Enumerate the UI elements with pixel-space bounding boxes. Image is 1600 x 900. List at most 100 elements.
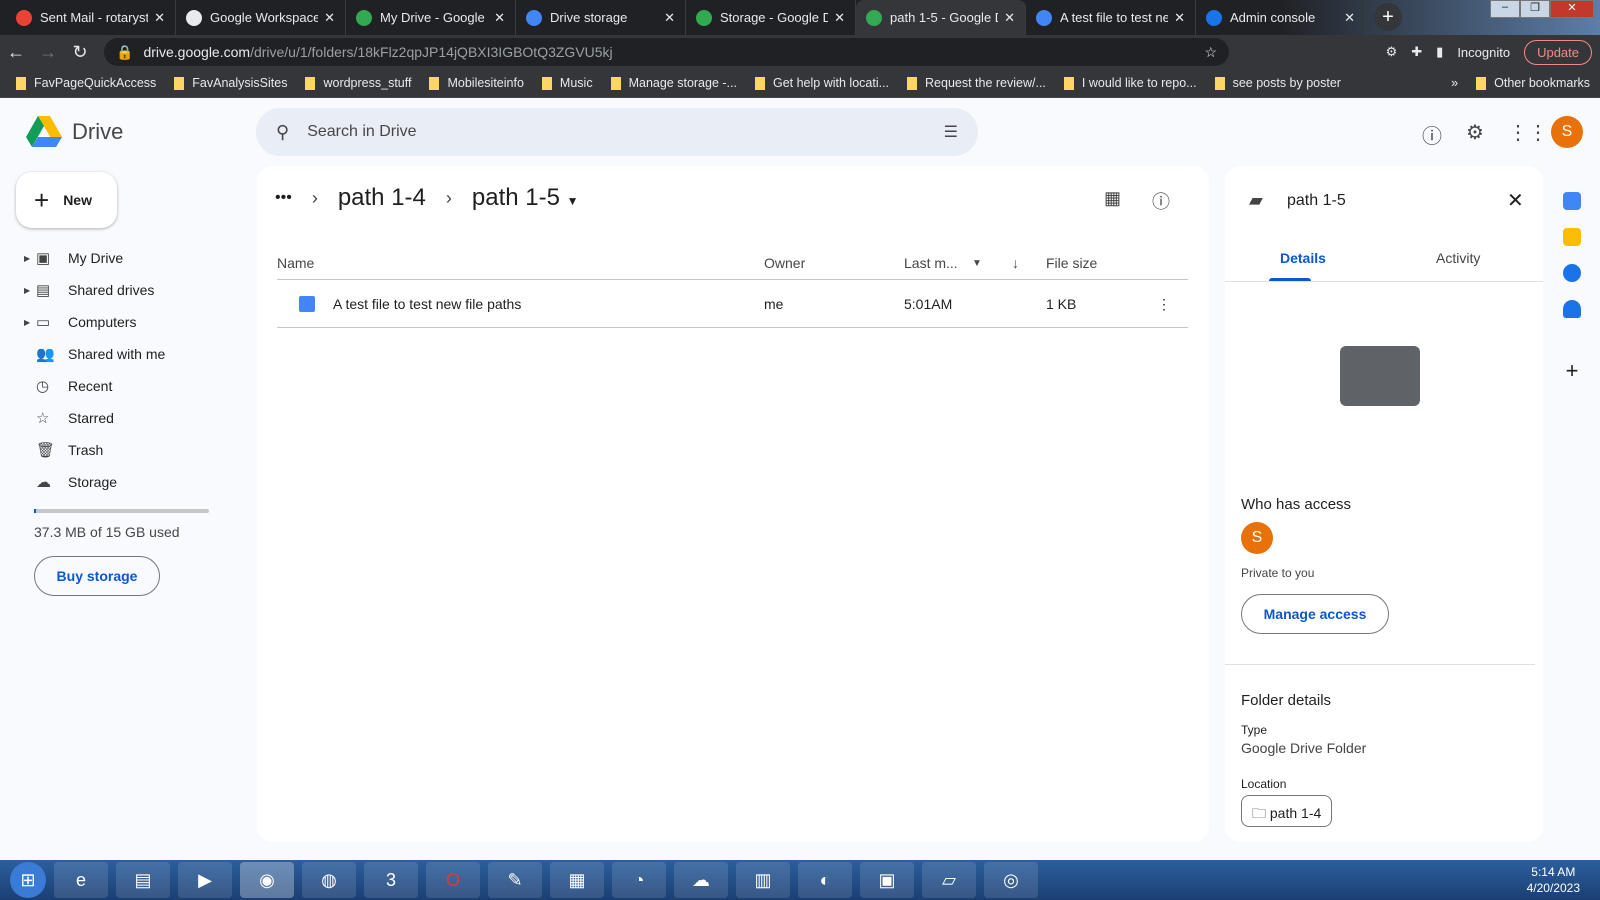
sort-direction-icon[interactable]: ↓ [1012,255,1019,271]
app-icon[interactable]: ◔ [612,862,666,898]
account-avatar[interactable]: S [1551,116,1583,148]
explorer-icon[interactable]: ▤ [116,862,170,898]
bookmark-item[interactable]: Manage storage -... [610,76,737,91]
buy-storage-button[interactable]: Buy storage [34,556,160,596]
bookmark-star-icon[interactable]: ☆ [1204,44,1217,61]
more-bookmarks-icon[interactable]: » [1451,76,1458,90]
tab-details[interactable]: Details [1280,250,1326,266]
sidebar-item[interactable]: 🗑 Trash [24,434,234,466]
close-tab-icon[interactable]: ✕ [834,10,845,26]
search-input[interactable]: ⚲ Search in Drive ☰ [256,108,978,156]
office-icon[interactable]: ▥ [736,862,790,898]
grid-view-icon[interactable]: ▦ [1104,188,1121,209]
new-button[interactable]: + New [16,172,117,228]
media-player-icon[interactable]: ▶ [178,862,232,898]
browser-tab[interactable]: Storage - Google Dr ✕ [686,0,856,35]
browser-tab[interactable]: Sent Mail - rotaryste ✕ [6,0,176,35]
expand-arrow-icon[interactable]: ▶ [24,286,36,295]
file-name[interactable]: A test file to test new file paths [333,296,521,312]
sidepanel-icon[interactable]: ▮ [1436,44,1443,60]
breadcrumb-current[interactable]: path 1-5 ▼ [472,184,579,212]
bookmark-item[interactable]: Get help with locati... [754,76,889,91]
puzzle-icon[interactable]: ✚ [1411,44,1422,60]
chrome-icon[interactable]: ◉ [240,862,294,898]
start-button[interactable]: ⊞ [10,862,46,898]
column-size[interactable]: File size [1046,255,1097,271]
info-icon[interactable]: ⓘ [1152,188,1170,214]
drive-logo[interactable]: Drive [26,116,123,148]
sort-dropdown-icon[interactable]: ▼ [972,258,982,269]
bookmark-item[interactable]: Mobilesiteinfo [429,76,524,91]
help-icon[interactable]: ⓘ [1422,120,1442,149]
close-tab-icon[interactable]: ✕ [1004,10,1015,26]
sidebar-item[interactable]: ☆ Starred [24,402,234,434]
tasks-icon[interactable] [1563,264,1581,282]
bookmark-item[interactable]: Request the review/... [907,76,1046,91]
column-modified[interactable]: Last m... [904,255,958,271]
forward-icon[interactable]: → [32,42,64,63]
add-app-icon[interactable]: + [1563,360,1581,382]
close-tab-icon[interactable]: ✕ [494,10,505,26]
breadcrumb-parent[interactable]: path 1-4 [338,184,426,212]
browser-tab[interactable]: My Drive - Google D ✕ [346,0,516,35]
bookmark-item[interactable]: FavPageQuickAccess [16,76,156,91]
browser-tab[interactable]: path 1-5 - Google D ✕ [856,0,1026,35]
calendar-icon[interactable] [1563,192,1581,210]
sidebar-item[interactable]: ▶ ▤ Shared drives [24,274,234,306]
update-button[interactable]: Update [1524,39,1592,65]
sidebar-item[interactable]: ▶ ▭ Computers [24,306,234,338]
other-bookmarks[interactable]: Other bookmarks [1476,76,1600,91]
system-clock[interactable]: 5:14 AM 4/20/2023 [1527,864,1600,896]
location-chip[interactable]: 🗀 path 1-4 [1241,795,1333,827]
close-tab-icon[interactable]: ✕ [154,10,165,26]
browser-tab[interactable]: Google Workspace I ✕ [176,0,346,35]
tab-activity[interactable]: Activity [1436,250,1480,266]
notepad-icon[interactable]: ▱ [922,862,976,898]
sidebar-item[interactable]: ◷ Recent [24,370,234,402]
incognito-indicator[interactable]: Incognito [1457,45,1510,60]
settings-icon[interactable]: ⚙ [1466,120,1484,145]
expand-arrow-icon[interactable]: ▶ [24,318,36,327]
close-window-button[interactable]: ✕ [1550,0,1594,18]
ie-icon[interactable]: e [54,862,108,898]
bookmark-item[interactable]: see posts by poster [1214,76,1341,91]
restore-button[interactable]: ❐ [1520,0,1550,18]
bookmark-item[interactable]: wordpress_stuff [305,76,411,91]
table-row[interactable]: A test file to test new file paths me 5:… [277,280,1188,328]
sidebar-item[interactable]: 👥 Shared with me [24,338,234,370]
back-icon[interactable]: ← [0,42,32,63]
monitor-icon[interactable]: ▣ [860,862,914,898]
speedometer-icon[interactable]: ◎ [984,862,1038,898]
expand-arrow-icon[interactable]: ▶ [24,254,36,263]
close-tab-icon[interactable]: ✕ [664,10,675,26]
sidebar-item[interactable]: ☁ Storage [24,466,234,498]
calculator-icon[interactable]: ▦ [550,862,604,898]
column-name[interactable]: Name [277,255,314,271]
keep-icon[interactable] [1563,228,1581,246]
firefox-icon[interactable]: ◍ [302,862,356,898]
paint-icon[interactable]: ✎ [488,862,542,898]
browser-tab[interactable]: Drive storage ✕ [516,0,686,35]
sidebar-item[interactable]: ▶ ▣ My Drive [24,242,234,274]
filter-options-icon[interactable]: ☰ [944,122,958,142]
breadcrumb-more[interactable]: ••• [275,189,292,207]
edge-icon[interactable]: ◐ [798,862,852,898]
close-tab-icon[interactable]: ✕ [324,10,335,26]
close-tab-icon[interactable]: ✕ [1344,10,1355,26]
browser-tab[interactable]: Admin console ✕ [1196,0,1366,35]
calendar-app-icon[interactable]: 3 [364,862,418,898]
bookmark-item[interactable]: FavAnalysisSites [174,76,287,91]
column-owner[interactable]: Owner [764,255,805,271]
more-actions-icon[interactable]: ⋮ [1157,296,1171,313]
manage-access-button[interactable]: Manage access [1241,594,1389,634]
minimize-button[interactable]: – [1490,0,1520,18]
extension-icon[interactable]: ⚙ [1386,44,1398,60]
cloud-upload-icon[interactable]: ☁ [674,862,728,898]
close-tab-icon[interactable]: ✕ [1174,10,1185,26]
close-panel-icon[interactable]: ✕ [1507,188,1524,213]
new-tab-button[interactable]: + [1374,3,1402,31]
bookmark-item[interactable]: I would like to repo... [1063,76,1197,91]
bookmark-item[interactable]: Music [541,76,593,91]
browser-tab[interactable]: A test file to test ne ✕ [1026,0,1196,35]
url-input[interactable]: 🔒 drive.google.com/drive/u/1/folders/18kF… [104,38,1229,66]
